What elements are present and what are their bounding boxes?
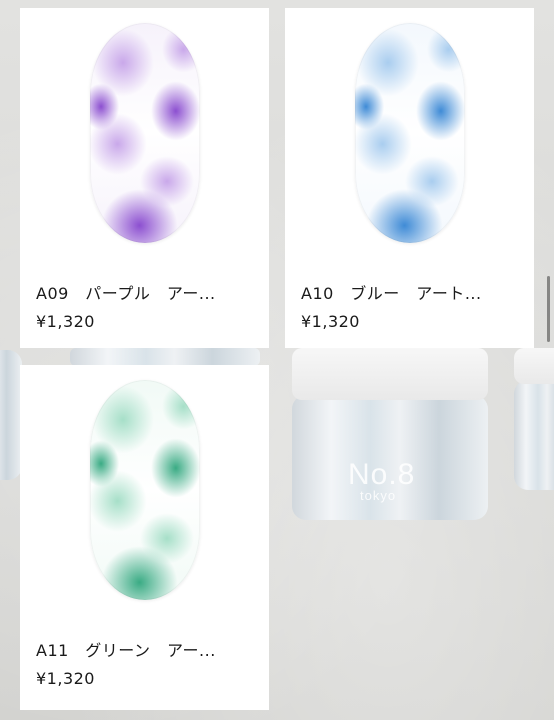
nail-tip-image [354,23,465,243]
left-jar [0,350,22,480]
product-card[interactable]: A11 グリーン アー... ¥1,320 [20,365,269,710]
product-image[interactable] [20,8,269,258]
product-price: ¥1,320 [36,312,95,331]
right-jar [514,380,554,490]
product-card[interactable]: A09 パープル アー... ¥1,320 [20,8,269,348]
jar-brand-label: No.8 tokyo [348,458,416,503]
product-price: ¥1,320 [36,669,95,688]
main-jar-lid [292,348,488,400]
product-name[interactable]: A11 グリーン アー... [36,637,253,661]
nail-tip-image [89,23,200,243]
product-image[interactable] [20,365,269,615]
product-price: ¥1,320 [301,312,360,331]
right-jar-lid [514,348,554,384]
product-image[interactable] [285,8,534,258]
product-name[interactable]: A10 ブルー アート... [301,280,518,304]
scrollbar[interactable] [547,276,550,342]
nail-tip-image [89,380,200,600]
middle-jar [70,348,260,366]
product-name[interactable]: A09 パープル アー... [36,280,253,304]
product-card[interactable]: A10 ブルー アート... ¥1,320 [285,8,534,348]
